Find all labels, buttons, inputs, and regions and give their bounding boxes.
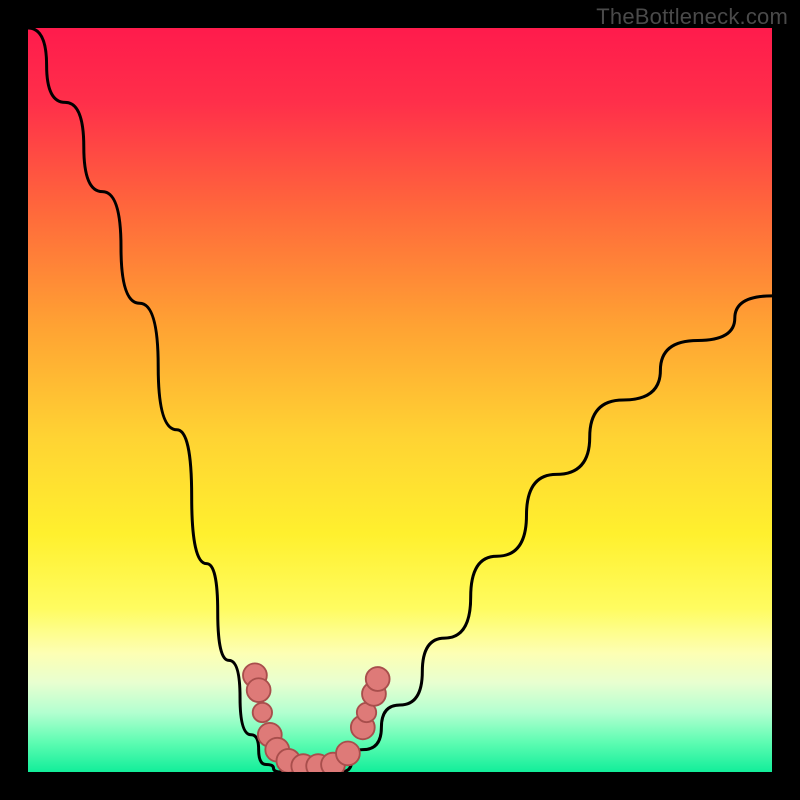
chart-area <box>28 28 772 772</box>
curve-path <box>28 28 772 772</box>
watermark-text: TheBottleneck.com <box>596 4 788 30</box>
bottleneck-curve <box>28 28 772 772</box>
data-marker <box>336 741 360 765</box>
curves-layer <box>28 28 772 772</box>
data-marker <box>247 678 271 702</box>
data-marker <box>366 667 390 691</box>
data-marker <box>253 703 272 722</box>
data-markers <box>243 663 390 772</box>
